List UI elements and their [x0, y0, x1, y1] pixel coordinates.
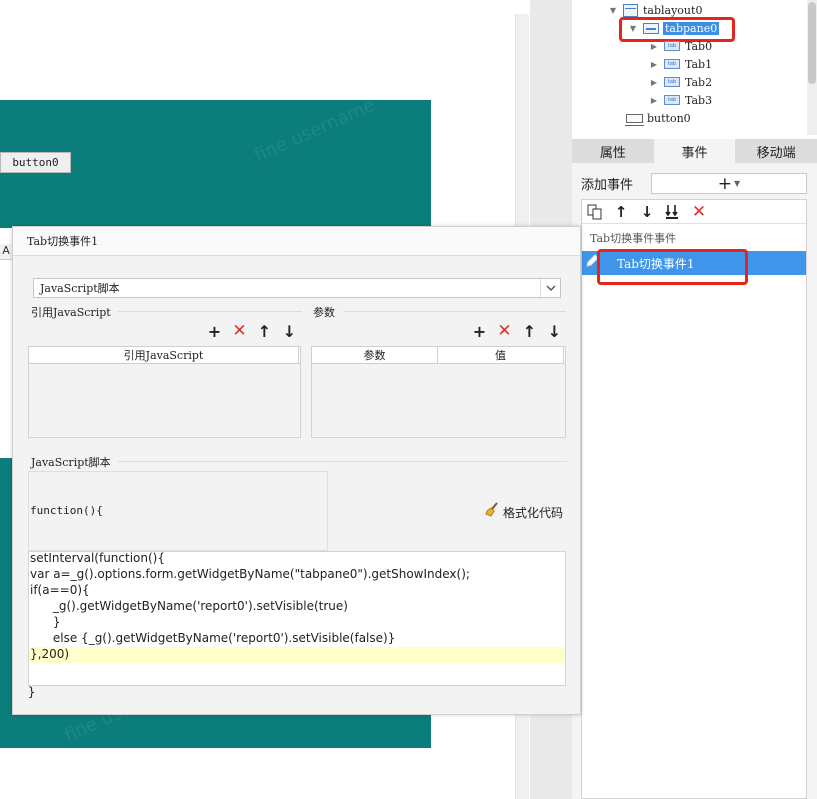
event-list — [581, 199, 807, 799]
tab-icon: tab — [664, 41, 680, 51]
chevron-down-icon[interactable] — [540, 279, 560, 297]
code-line: _g().getWidgetByName('report0').setVisib… — [30, 599, 348, 613]
column-header-param[interactable]: 参数 — [312, 347, 438, 363]
move-down-icon[interactable]: ↓ — [277, 322, 302, 341]
tree-item-label: tablayout0 — [643, 3, 703, 17]
params-table-header: 参数 值 — [311, 346, 566, 364]
tab-icon: tab — [664, 77, 680, 87]
move-bottom-icon[interactable] — [660, 201, 686, 223]
event-toolbar: ↑ ↓ ✕ — [582, 200, 806, 224]
add-event-label: 添加事件 — [581, 178, 634, 193]
expand-arrow-icon[interactable]: ▼ — [609, 6, 617, 15]
collapse-arrow-icon[interactable]: ▶ — [650, 78, 658, 87]
section-label-ref-js: 引用JavaScript — [31, 306, 111, 319]
watermark: fine username — [251, 94, 379, 167]
section-divider — [344, 311, 566, 312]
ref-js-toolbar: + ✕ ↑ ↓ — [202, 321, 302, 341]
tree-item-button0[interactable]: button0 — [625, 109, 691, 127]
delete-icon[interactable]: ✕ — [227, 321, 252, 341]
format-code-label: 格式化代码 — [503, 505, 564, 520]
column-header-ref-js[interactable]: 引用JavaScript — [29, 347, 299, 363]
tab-mobile[interactable]: 移动端 — [735, 139, 817, 163]
code-line: var a=_g().options.form.getWidgetByName(… — [30, 567, 470, 581]
code-line: } — [30, 615, 61, 629]
copy-icon[interactable] — [582, 201, 608, 223]
delete-icon[interactable]: ✕ — [492, 321, 517, 341]
code-line: if(a==0){ — [30, 583, 90, 597]
code-lines[interactable]: setInterval(function(){ var a=_g().optio… — [29, 551, 565, 685]
code-line: else {_g().getWidgetByName('report0').se… — [30, 631, 396, 645]
add-event-dropdown[interactable]: + ▼ — [651, 173, 807, 194]
tree-item-label: Tab3 — [685, 93, 713, 107]
move-down-icon[interactable]: ↓ — [542, 322, 567, 341]
function-close: } — [28, 685, 36, 699]
tab-properties[interactable]: 属性 — [572, 139, 654, 163]
params-toolbar: + ✕ ↑ ↓ — [467, 321, 567, 341]
collapse-arrow-icon[interactable]: ▶ — [650, 96, 658, 105]
section-label-params: 参数 — [313, 306, 335, 319]
report-column-header: A — [0, 244, 12, 260]
move-up-icon[interactable]: ↑ — [252, 322, 277, 341]
section-divider — [118, 311, 302, 312]
collapse-arrow-icon[interactable]: ▶ — [650, 60, 658, 69]
canvas-button0[interactable]: button0 — [0, 152, 71, 173]
button-widget-icon — [625, 113, 644, 126]
tree-scrollbar-thumb[interactable] — [808, 2, 816, 84]
dialog-title: Tab切换事件1 — [13, 227, 580, 256]
move-up-icon[interactable]: ↑ — [608, 201, 634, 223]
section-divider — [118, 461, 567, 462]
section-label-script: JavaScript脚本 — [31, 456, 111, 469]
tab-icon: tab — [664, 59, 680, 69]
delete-icon[interactable]: ✕ — [686, 201, 712, 223]
tablayout-icon — [623, 3, 638, 17]
dropdown-arrow-icon: ▼ — [734, 179, 741, 188]
tree-item-tab3[interactable]: ▶ tab Tab3 — [650, 91, 712, 109]
event-group-label: Tab切换事件事件 — [590, 232, 677, 245]
ref-js-table-header: 引用JavaScript — [28, 346, 301, 364]
broom-icon — [484, 502, 500, 522]
format-code-button[interactable]: 格式化代码 — [484, 502, 563, 522]
code-line: },200) — [30, 647, 70, 661]
add-icon[interactable]: + — [467, 322, 492, 341]
column-header-value[interactable]: 值 — [438, 347, 564, 363]
tree-item-tab2[interactable]: ▶ tab Tab2 — [650, 73, 712, 91]
tree-item-label: Tab0 — [685, 39, 713, 53]
tab-events[interactable]: 事件 — [653, 139, 736, 163]
function-header: function(){ — [30, 504, 103, 517]
tree-item-tab0[interactable]: ▶ tab Tab0 — [650, 37, 712, 55]
tab-icon: tab — [664, 95, 680, 105]
collapse-arrow-icon[interactable]: ▶ — [650, 42, 658, 51]
script-type-select[interactable]: JavaScript脚本 — [33, 278, 561, 298]
tree-item-label: Tab1 — [685, 57, 713, 71]
tree-item-tab1[interactable]: ▶ tab Tab1 — [650, 55, 712, 73]
property-tabs: 属性 事件 移动端 — [572, 139, 817, 163]
move-up-icon[interactable]: ↑ — [517, 322, 542, 341]
tree-item-label: Tab2 — [685, 75, 713, 89]
add-icon[interactable]: + — [202, 322, 227, 341]
tree-item-label: button0 — [647, 111, 691, 125]
highlight-box — [597, 249, 748, 285]
code-line: setInterval(function(){ — [30, 551, 165, 565]
plus-icon: + — [717, 173, 733, 194]
move-down-icon[interactable]: ↓ — [634, 201, 660, 223]
